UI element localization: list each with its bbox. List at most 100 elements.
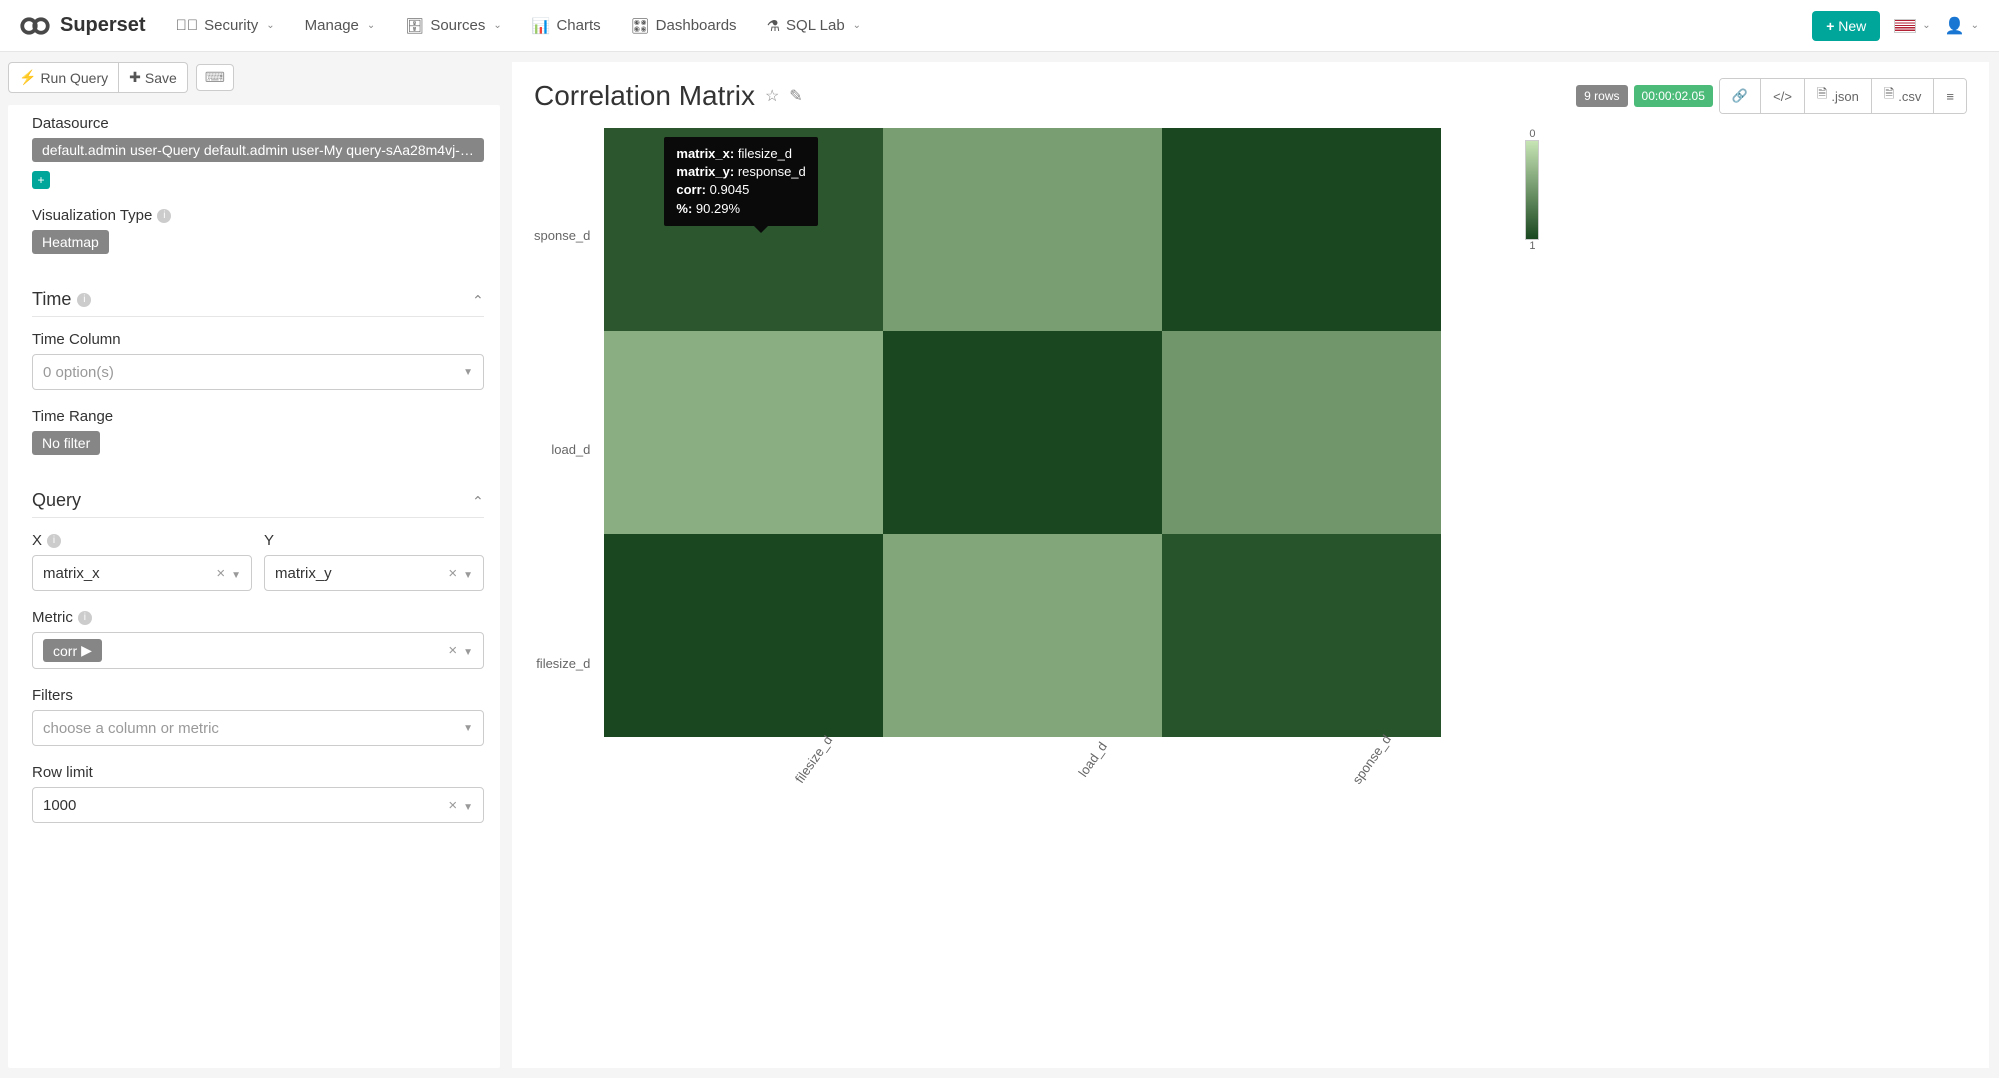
- section-header-query[interactable]: Query ⌄: [32, 476, 484, 518]
- clear-icon[interactable]: ×: [216, 565, 225, 582]
- nav-right: + New ⌄ 👤⌄: [1812, 11, 1979, 41]
- workspace: ⚡Run Query ✚Save ⌨ Datasource default.ad…: [0, 52, 1999, 1078]
- colorbar: 0 1: [1525, 128, 1539, 770]
- nav-item-security[interactable]: ⚙ﾟSecurity⌄: [176, 17, 275, 35]
- bar-chart-icon: 📊: [532, 17, 551, 35]
- time-range-label: Time Range: [32, 408, 484, 425]
- info-icon: i: [157, 209, 171, 223]
- row-limit-field: Row limit 1000 ×▼: [32, 764, 484, 823]
- chevron-down-icon: ⌄: [367, 20, 375, 31]
- new-button[interactable]: + New: [1812, 11, 1880, 41]
- heatmap-cell[interactable]: [1162, 331, 1441, 534]
- y-axis-label: load_d: [534, 348, 590, 551]
- datasource-label: Datasource: [32, 115, 484, 132]
- sidebar: ⚡Run Query ✚Save ⌨ Datasource default.ad…: [0, 52, 508, 1078]
- time-range-value[interactable]: No filter: [32, 431, 100, 455]
- nav-item-manage[interactable]: Manage⌄: [305, 17, 376, 35]
- chevron-down-icon: ⌄: [1922, 20, 1930, 31]
- colorbar-max-label: 1: [1529, 240, 1535, 252]
- row-limit-select[interactable]: 1000 ×▼: [32, 787, 484, 823]
- y-select[interactable]: matrix_y ×▼: [264, 555, 484, 591]
- plus-circle-icon: ✚: [129, 69, 141, 86]
- y-axis-label: filesize_d: [534, 562, 590, 765]
- chevron-up-icon: ⌄: [472, 492, 484, 509]
- navbar: Superset ⚙ﾟSecurity⌄ Manage⌄ 🗄Sources⌄ 📊…: [0, 0, 1999, 52]
- flag-us-icon: [1894, 19, 1916, 33]
- chevron-down-icon: ▼: [463, 570, 473, 581]
- user-icon: 👤: [1945, 16, 1965, 36]
- main-header: Correlation Matrix ☆ ✎ 9 rows 00:00:02.0…: [534, 78, 1967, 114]
- embed-button[interactable]: </>: [1761, 79, 1805, 113]
- user-menu[interactable]: 👤⌄: [1945, 16, 1979, 36]
- viz-type-label: Visualization Type i: [32, 207, 484, 224]
- clear-icon[interactable]: ×: [448, 642, 457, 659]
- datasource-value[interactable]: default.admin user-Query default.admin u…: [32, 138, 484, 162]
- chevron-down-icon: ▼: [463, 802, 473, 813]
- time-range-field: Time Range No filter: [32, 408, 484, 458]
- x-field: X i matrix_x ×▼: [32, 532, 252, 591]
- info-icon: i: [78, 611, 92, 625]
- hamburger-icon: ≡: [1946, 89, 1954, 104]
- nav-item-sqllab[interactable]: ⚗SQL Lab⌄: [767, 17, 862, 35]
- locale-dropdown[interactable]: ⌄: [1894, 19, 1930, 33]
- heatmap-cell[interactable]: [604, 331, 883, 534]
- chevron-down-icon: ⌄: [266, 20, 274, 31]
- time-column-select[interactable]: 0 option(s) ▼: [32, 354, 484, 390]
- info-icon: i: [47, 534, 61, 548]
- csv-button[interactable]: 🗎.csv: [1872, 79, 1935, 113]
- filters-select[interactable]: choose a column or metric ▼: [32, 710, 484, 746]
- database-icon: 🗄: [405, 17, 424, 35]
- link-button[interactable]: 🔗: [1720, 79, 1761, 113]
- page-title: Correlation Matrix: [534, 80, 755, 112]
- code-icon: </>: [1773, 89, 1792, 104]
- heatmap-x-axis: filesize_d load_d sponse_d: [668, 737, 1505, 770]
- clear-icon[interactable]: ×: [448, 565, 457, 582]
- chevron-down-icon: ▼: [463, 647, 473, 658]
- time-column-label: Time Column: [32, 331, 484, 348]
- viz-type-field: Visualization Type i Heatmap: [32, 207, 484, 257]
- run-query-button[interactable]: ⚡Run Query: [8, 62, 119, 93]
- chevron-down-icon: ▼: [463, 367, 473, 378]
- heatmap-grid[interactable]: matrix_x: filesize_d matrix_y: response_…: [604, 128, 1505, 737]
- brand-text: Superset: [60, 14, 146, 37]
- time-badge: 00:00:02.05: [1634, 85, 1713, 107]
- heatmap-cell[interactable]: [1162, 128, 1441, 331]
- chevron-down-icon: ⌄: [1971, 20, 1979, 31]
- menu-button[interactable]: ≡: [1934, 79, 1966, 113]
- caret-right-icon: ▶: [81, 642, 92, 659]
- heatmap-cell[interactable]: [883, 128, 1162, 331]
- nav-item-charts[interactable]: 📊Charts: [532, 17, 601, 35]
- nav-item-dashboards[interactable]: 🎛Dashboards: [631, 17, 737, 35]
- nav-item-sources[interactable]: 🗄Sources⌄: [405, 17, 501, 35]
- info-icon: i: [77, 293, 91, 307]
- keyboard-shortcuts-button[interactable]: ⌨: [196, 64, 234, 91]
- keyboard-icon: ⌨: [205, 69, 225, 85]
- colorbar-gradient: [1525, 140, 1539, 240]
- clear-icon[interactable]: ×: [448, 797, 457, 814]
- edit-icon[interactable]: ✎: [789, 86, 802, 106]
- heatmap-cell[interactable]: [883, 331, 1162, 534]
- file-icon: 🗎: [1817, 85, 1827, 107]
- dashboard-icon: 🎛: [631, 17, 650, 35]
- viz-type-value[interactable]: Heatmap: [32, 230, 109, 254]
- json-button[interactable]: 🗎.json: [1805, 79, 1872, 113]
- save-button[interactable]: ✚Save: [119, 62, 188, 93]
- section-header-time[interactable]: Time i ⌄: [32, 275, 484, 317]
- metric-field: Metric i corr▶ ×▼: [32, 609, 484, 669]
- main: Correlation Matrix ☆ ✎ 9 rows 00:00:02.0…: [512, 62, 1989, 1068]
- link-icon: 🔗: [1732, 88, 1748, 104]
- y-field: Y matrix_y ×▼: [264, 532, 484, 591]
- datasource-field: Datasource default.admin user-Query defa…: [32, 115, 484, 189]
- rows-badge: 9 rows: [1576, 85, 1627, 107]
- metric-select[interactable]: corr▶ ×▼: [32, 632, 484, 669]
- y-axis-label: sponse_d: [534, 134, 590, 337]
- colorbar-min-label: 0: [1529, 128, 1535, 140]
- datasource-add-button[interactable]: +: [32, 171, 50, 189]
- chevron-down-icon: ▼: [463, 723, 473, 734]
- x-select[interactable]: matrix_x ×▼: [32, 555, 252, 591]
- bolt-icon: ⚡: [19, 69, 36, 86]
- star-icon[interactable]: ☆: [765, 86, 779, 106]
- chevron-up-icon: ⌄: [472, 291, 484, 308]
- brand[interactable]: Superset: [20, 14, 146, 38]
- controls-bar: ⚡Run Query ✚Save ⌨: [8, 62, 500, 93]
